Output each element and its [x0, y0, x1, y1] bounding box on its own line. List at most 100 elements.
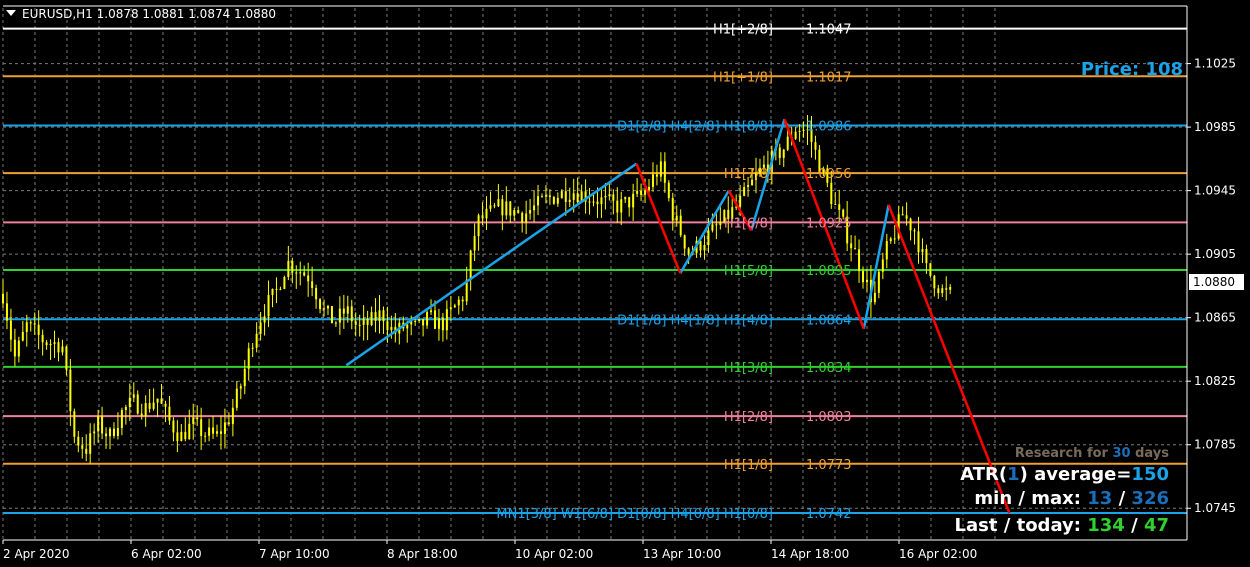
x-tick-label: 14 Apr 18:00 [771, 547, 849, 561]
candle-body [204, 435, 207, 437]
candle-body [477, 215, 480, 237]
candle-body [77, 436, 80, 446]
candle-body [212, 427, 215, 434]
candle-body [937, 288, 940, 294]
y-tick-label: 1.0825 [1194, 374, 1236, 388]
candle-body [192, 417, 195, 424]
candle-body [196, 417, 199, 420]
candle-body [255, 333, 258, 348]
candle-body [128, 397, 131, 407]
level-label: H1[5/8] [724, 264, 773, 279]
candle-body [901, 214, 904, 216]
level-label: D1[2/8] H4[2/8] H1[8/8] [617, 120, 773, 135]
candle-body [877, 271, 880, 293]
candle-body [152, 402, 155, 409]
candle-body [893, 238, 896, 240]
candle-body [350, 306, 353, 322]
chart-grid [2, 8, 1187, 540]
level-label: D1[1/8] H4[1/8] H1[4/8] [617, 313, 773, 328]
x-tick-label: 8 Apr 18:00 [387, 547, 458, 561]
candle-body [219, 431, 222, 434]
level-value: 1.1047 [806, 23, 852, 38]
candle-body [588, 201, 591, 203]
candle-body [838, 204, 841, 210]
candle-body [513, 210, 516, 216]
candle-body [473, 236, 476, 251]
candle-body [687, 248, 690, 254]
candle-body [461, 299, 464, 302]
candle-body [124, 406, 127, 410]
candle-body [33, 323, 36, 325]
candle-body [184, 431, 187, 440]
atr-value: 150 [1131, 464, 1169, 485]
candle-body [243, 368, 246, 387]
candle-body [885, 241, 888, 260]
x-tick-label: 7 Apr 10:00 [259, 547, 330, 561]
candle-body [73, 411, 76, 437]
y-tick-label: 1.0905 [1194, 247, 1236, 261]
candle-body [418, 319, 421, 321]
candle-body [156, 398, 159, 403]
candle-body [521, 212, 524, 223]
candle-body [89, 433, 92, 454]
candle-body [239, 386, 242, 389]
candle-body [291, 260, 294, 273]
candle-body [616, 200, 619, 213]
candle-body [354, 321, 357, 325]
candle-body [453, 305, 456, 308]
candle-body [747, 185, 750, 188]
atr-period: 1 [1007, 464, 1020, 485]
candle-body [366, 318, 369, 325]
candle-body [168, 406, 171, 421]
candle-body [334, 322, 337, 324]
candle-body [624, 197, 627, 200]
candle-body [525, 213, 528, 223]
level-value: 1.0742 [806, 507, 852, 522]
candle-body [374, 312, 377, 322]
candle-body [5, 303, 8, 321]
candle-body [116, 427, 119, 436]
candle-body [929, 263, 932, 276]
candle-body [782, 149, 785, 158]
candle-body [315, 288, 318, 300]
price-chart[interactable]: H1[+2/8] 1.1047 H1[+1/8] 1.1017 D1[2/8] H4[2… [0, 0, 1250, 567]
candle-body [61, 346, 64, 353]
candle-body [275, 288, 278, 290]
chevron-down-icon[interactable] [6, 10, 16, 16]
candle-body [537, 196, 540, 206]
candle-body [683, 235, 686, 249]
level-value: 1.0986 [806, 120, 852, 135]
candle-body [941, 288, 944, 294]
candle-body [548, 195, 551, 197]
candle-body [850, 243, 853, 249]
candle-body [552, 196, 555, 204]
price-label: Price: 108 [1081, 59, 1183, 80]
candle-body [140, 413, 143, 416]
candle-body [414, 320, 417, 322]
candle-body [533, 205, 536, 211]
today-value: 47 [1144, 515, 1169, 536]
candle-body [441, 318, 444, 331]
candle-body [136, 394, 139, 414]
candle-body [29, 322, 32, 324]
candle-body [9, 320, 12, 340]
candle-body [604, 195, 607, 198]
candle-body [105, 433, 108, 437]
candle-body [517, 210, 520, 213]
candle-body [176, 432, 179, 441]
candle-body [489, 205, 492, 209]
candle-body [247, 348, 250, 369]
candle-body [711, 224, 714, 231]
candle-body [445, 309, 448, 331]
level-value: 1.0834 [806, 361, 852, 376]
current-price-label: 1.0880 [1193, 275, 1235, 289]
research-line: Research for 30 days [1015, 446, 1169, 461]
candle-body [330, 306, 333, 324]
candle-body [251, 347, 254, 349]
candle-body [231, 407, 234, 425]
level-value: 1.0803 [806, 410, 852, 425]
candle-body [679, 215, 682, 236]
candle-body [917, 231, 920, 253]
candle-body [45, 342, 48, 346]
candle-body [311, 281, 314, 289]
